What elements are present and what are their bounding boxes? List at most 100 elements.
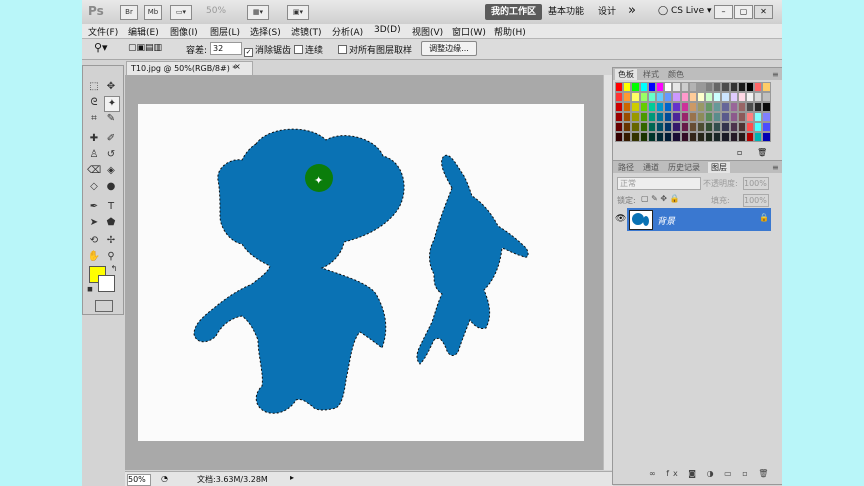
color-swatch[interactable]: [655, 112, 665, 122]
color-swatch[interactable]: [762, 112, 771, 122]
shape-tool-icon[interactable]: ⬟: [104, 216, 118, 230]
launch-mini-bridge-button[interactable]: Mb: [144, 5, 162, 20]
canvas-area[interactable]: ✦: [125, 75, 606, 470]
color-swatch[interactable]: [721, 112, 730, 122]
color-swatch[interactable]: [754, 102, 763, 112]
workspace-design[interactable]: 设计: [592, 4, 622, 20]
color-swatch[interactable]: [762, 132, 771, 142]
menu-window[interactable]: 窗口(W): [452, 25, 486, 38]
color-swatch[interactable]: [672, 82, 681, 92]
restore-button[interactable]: ▢: [734, 5, 753, 19]
color-swatch[interactable]: [639, 122, 648, 132]
color-swatch[interactable]: [664, 112, 673, 122]
color-swatch[interactable]: [664, 82, 673, 92]
color-swatch[interactable]: [680, 102, 689, 112]
color-swatch[interactable]: [737, 92, 746, 102]
pen-tool-icon[interactable]: ✒: [87, 200, 101, 214]
menu-3d[interactable]: 3D(D): [374, 25, 401, 35]
menu-layer[interactable]: 图层(L): [210, 25, 240, 38]
color-swatch[interactable]: [696, 132, 706, 142]
color-swatch[interactable]: [746, 112, 755, 122]
menu-select[interactable]: 选择(S): [250, 25, 281, 38]
color-swatch[interactable]: [721, 122, 730, 132]
tab-swatches[interactable]: 色板: [615, 69, 637, 80]
color-swatch[interactable]: [696, 102, 706, 112]
color-swatch[interactable]: [664, 122, 673, 132]
color-swatch[interactable]: [680, 132, 689, 142]
color-swatch[interactable]: [762, 122, 771, 132]
color-swatch[interactable]: [615, 92, 624, 102]
menu-analysis[interactable]: 分析(A): [332, 25, 363, 38]
color-swatch[interactable]: [705, 122, 714, 132]
lasso-tool-icon[interactable]: ᘓ: [87, 96, 101, 110]
color-swatch[interactable]: [737, 122, 746, 132]
eraser-tool-icon[interactable]: ⌫: [87, 164, 101, 178]
3d-orbit-icon[interactable]: ✢: [104, 234, 118, 248]
color-swatch[interactable]: [655, 82, 665, 92]
paint-bucket-icon[interactable]: ◈: [104, 164, 118, 178]
tab-color[interactable]: 颜色: [665, 69, 687, 80]
color-swatch[interactable]: [721, 92, 730, 102]
status-info-icon[interactable]: ◔: [161, 474, 168, 483]
color-swatch[interactable]: [672, 112, 681, 122]
color-swatch[interactable]: [647, 102, 656, 112]
tab-paths[interactable]: 路径: [615, 162, 637, 173]
color-swatch[interactable]: [672, 92, 681, 102]
workspace-my-workspace[interactable]: 我的工作区: [485, 4, 543, 20]
color-swatch[interactable]: [737, 102, 746, 112]
color-swatch[interactable]: [713, 102, 722, 112]
color-swatch[interactable]: [713, 132, 722, 142]
tab-layers[interactable]: 图层: [708, 162, 730, 173]
history-brush-icon[interactable]: ↺: [104, 148, 118, 162]
color-swatch[interactable]: [639, 82, 648, 92]
color-swatch[interactable]: [737, 132, 746, 142]
opacity-input[interactable]: 100%: [743, 177, 769, 190]
lock-options-icons[interactable]: ▢ ✎ ✥ 🔒: [641, 194, 680, 203]
more-workspaces-button[interactable]: »: [622, 4, 642, 20]
background-color-swatch[interactable]: [98, 275, 115, 292]
magic-wand-tool-icon[interactable]: ✦: [104, 96, 120, 112]
arrange-documents-icon[interactable]: ▦▾: [247, 5, 269, 20]
color-swatch[interactable]: [729, 82, 738, 92]
swap-colors-icon[interactable]: ↰: [107, 262, 121, 276]
color-swatch[interactable]: [688, 112, 697, 122]
panel-menu-icon[interactable]: ≡: [769, 69, 782, 80]
tab-channels[interactable]: 通道: [640, 162, 662, 173]
magic-wand-preset-icon[interactable]: ⚲▾: [94, 41, 108, 54]
screen-mode-icon[interactable]: ▣▾: [287, 5, 309, 20]
color-swatch[interactable]: [721, 102, 730, 112]
color-swatch[interactable]: [705, 92, 714, 102]
color-swatch[interactable]: [729, 92, 738, 102]
document-close-icon[interactable]: ×: [234, 62, 244, 72]
marquee-tool-icon[interactable]: ⬚: [87, 80, 101, 94]
color-swatch[interactable]: [762, 82, 771, 92]
contiguous-checkbox[interactable]: 连续: [294, 43, 323, 56]
menu-view[interactable]: 视图(V): [412, 25, 443, 38]
view-extras-icon[interactable]: ▭▾: [170, 5, 192, 20]
color-swatch[interactable]: [688, 82, 697, 92]
color-swatch[interactable]: [631, 132, 640, 142]
dodge-tool-icon[interactable]: ●: [104, 180, 118, 194]
color-swatch[interactable]: [647, 112, 656, 122]
color-swatch[interactable]: [713, 82, 722, 92]
clone-stamp-icon[interactable]: ♙: [87, 148, 101, 162]
color-swatch[interactable]: [721, 82, 730, 92]
color-swatch[interactable]: [762, 102, 771, 112]
color-swatch[interactable]: [647, 122, 656, 132]
color-swatch[interactable]: [688, 102, 697, 112]
color-swatch[interactable]: [631, 82, 640, 92]
color-swatch[interactable]: [639, 112, 648, 122]
color-swatch[interactable]: [672, 132, 681, 142]
color-swatch[interactable]: [754, 82, 763, 92]
color-swatch[interactable]: [615, 132, 624, 142]
hand-tool-icon[interactable]: ✋: [87, 250, 101, 264]
color-swatch[interactable]: [623, 92, 632, 102]
color-swatch[interactable]: [680, 82, 689, 92]
color-swatch[interactable]: [705, 112, 714, 122]
color-swatch[interactable]: [639, 92, 648, 102]
color-swatch[interactable]: [623, 122, 632, 132]
color-swatch[interactable]: [705, 102, 714, 112]
tab-styles[interactable]: 样式: [640, 69, 662, 80]
color-swatch[interactable]: [672, 122, 681, 132]
color-swatch[interactable]: [746, 82, 755, 92]
